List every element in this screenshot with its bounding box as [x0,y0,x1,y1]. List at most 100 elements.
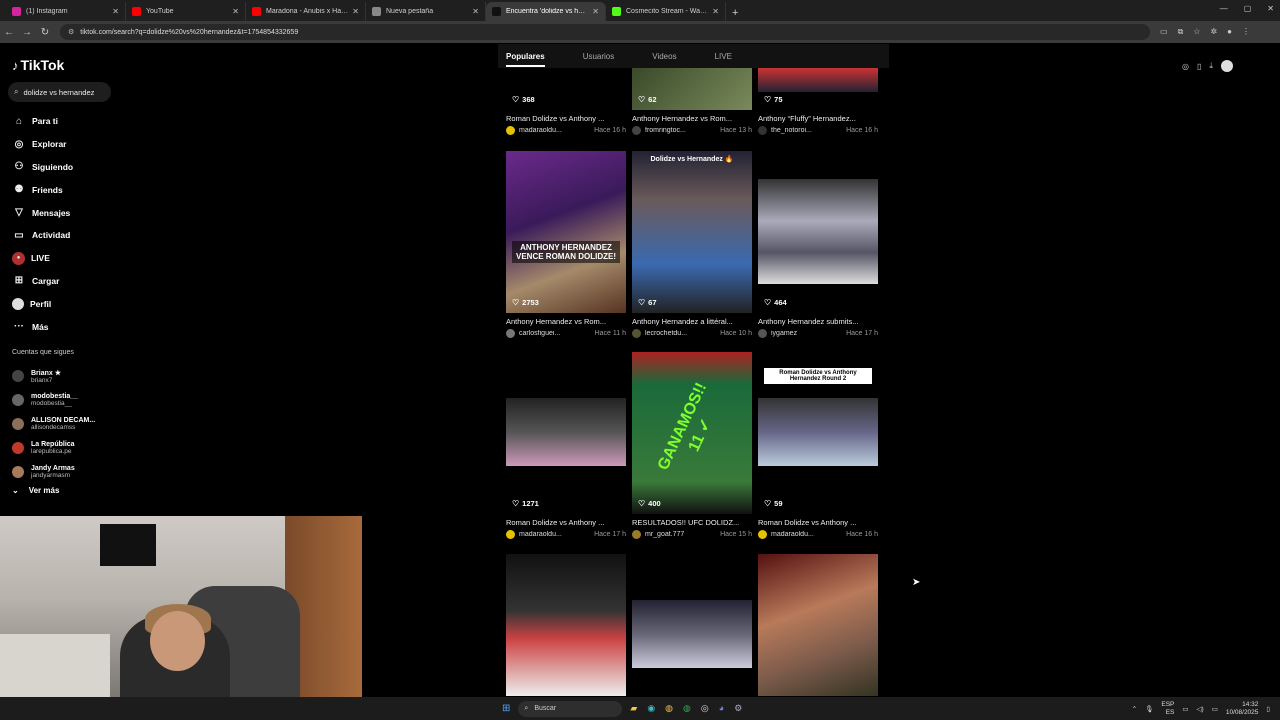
translate-icon[interactable]: ⧉ [1178,27,1184,37]
nav-item-explorar[interactable]: ◎ Explorar [12,133,73,156]
video-title[interactable]: Anthony Hernandez submits... [758,317,878,326]
tab-usuarios[interactable]: Usuarios [583,52,615,61]
author-name[interactable]: fromringtoc... [645,127,714,134]
author-avatar[interactable] [632,329,641,338]
video-card[interactable]: ♡ 464 Anthony Hernandez submits... iygamez H… [758,151,878,338]
nav-item-perfil[interactable]: Perfil [12,292,73,315]
browser-tab[interactable]: Encuentra 'dolidze vs hernandez'...✕ [486,2,606,21]
video-title[interactable]: Roman Dolidze vs Anthony ... [506,518,626,527]
video-card[interactable]: GANAMOS!! 11 ✓ ♡ 400 RESULTADOS!! UFC DOLID… [632,352,752,539]
tab-close-icon[interactable]: ✕ [472,7,479,16]
tab-close-icon[interactable]: ✕ [232,7,239,16]
video-title[interactable]: RESULTADOS!! UFC DOLIDZ... [632,518,752,527]
menu-icon[interactable]: ⋮ [1242,27,1250,37]
tab-close-icon[interactable]: ✕ [352,7,359,16]
video-thumbnail[interactable]: ANTHONY HERNANDEZ VENCE ROMAN DOLIDZE! ♡ 2… [506,151,626,313]
download-icon[interactable]: ⤓ [1209,61,1213,71]
forward-icon[interactable]: → [18,27,36,38]
cast-icon[interactable]: ▭ [1160,27,1168,37]
author-name[interactable]: iygamez [771,330,840,337]
nav-item-m-s[interactable]: ··· Más [12,315,73,338]
video-thumbnail[interactable] [632,554,752,696]
author-avatar[interactable] [758,126,767,135]
nav-item-mensajes[interactable]: ▽ Mensajes [12,201,73,224]
battery-icon[interactable]: ▭ [1212,705,1218,713]
video-card[interactable]: ♡ 1271 Roman Dolidze vs Anthony ... madarao… [506,352,626,539]
tiktok-logo[interactable]: ♪ TikTok [12,57,64,73]
browser-tab[interactable]: Maradona - Anubis x Hades (Vi... ✕ [246,2,366,21]
video-card[interactable] [506,554,626,696]
chrome-active-icon[interactable]: ◍ [683,703,691,714]
tab-close-icon[interactable]: ✕ [712,7,719,16]
video-thumbnail[interactable]: ♡ 368 [506,68,626,110]
tab-live[interactable]: LIVE [715,52,732,61]
video-card[interactable] [632,554,752,696]
author-avatar[interactable] [506,530,515,539]
author-avatar[interactable] [632,530,641,539]
maximize-icon[interactable]: ▢ [1244,4,1252,13]
video-thumbnail[interactable] [506,554,626,696]
video-title[interactable]: Roman Dolidze vs Anthony ... [506,114,626,123]
url-field[interactable]: ⚙ tiktok.com/search?q=dolidze%20vs%20her… [60,24,1150,40]
author-name[interactable]: mr_goat.777 [645,531,714,538]
video-title[interactable]: Anthony Hernandez a littéral... [632,317,752,326]
video-card[interactable]: ♡ 75 Anthony “Fluffy” Hernandez... the_noto… [758,68,878,135]
phone-icon[interactable]: ▯ [1197,62,1201,71]
compass-tool-icon[interactable]: ◎ [1182,62,1189,71]
tab-videos[interactable]: Videos [652,52,676,61]
browser-tab[interactable]: Nueva pestaña ✕ [366,2,486,21]
mic-icon[interactable]: 🎙 [1145,705,1153,713]
reload-icon[interactable]: ↻ [36,27,54,38]
extensions-icon[interactable]: ✲ [1210,27,1217,37]
author-name[interactable]: madaraoldu... [519,127,588,134]
nav-item-friends[interactable]: ⚉ Friends [12,178,73,201]
video-card[interactable]: ANTHONY HERNANDEZ VENCE ROMAN DOLIDZE! ♡ 2… [506,151,626,338]
video-thumbnail[interactable]: ♡ 75 [758,68,878,110]
bookmark-star-icon[interactable]: ☆ [1193,27,1200,37]
tab-populares[interactable]: Populares [506,52,545,67]
close-window-icon[interactable]: ✕ [1267,4,1274,13]
following-account[interactable]: La República larepublica.pe [12,436,95,460]
author-avatar[interactable] [758,329,767,338]
back-icon[interactable]: ← [0,27,18,38]
video-thumbnail[interactable]: Roman Dolidze vs Anthony Hernandez Round… [758,352,878,514]
edge-icon[interactable]: ◉ [647,703,655,714]
taskbar-search[interactable]: ⌕ Buscar [518,700,623,717]
windows-start-icon[interactable]: ⊞ [502,703,510,714]
author-name[interactable]: lecrochetdu... [645,330,714,337]
video-card[interactable]: ♡ 368 Roman Dolidze vs Anthony ... madaraol… [506,68,626,135]
minimize-icon[interactable]: — [1220,4,1228,13]
author-name[interactable]: the_notoroi... [771,127,840,134]
file-explorer-icon[interactable]: ▰ [630,703,637,714]
video-title[interactable]: Anthony Hernandez vs Rom... [506,317,626,326]
notification-icon[interactable]: ▯ [1266,705,1270,713]
network-icon[interactable]: ▭ [1182,705,1188,713]
tray-chevron-icon[interactable]: ⌃ [1132,705,1137,713]
search-input[interactable]: ⌕ dolidze vs hernandez [8,82,111,102]
site-info-icon[interactable]: ⚙ [68,28,74,36]
following-account[interactable]: ALLISON DECAM... allisondecamss [12,412,95,436]
new-tab-icon[interactable]: + [726,7,744,21]
browser-tab[interactable]: YouTube ✕ [126,2,246,21]
author-avatar[interactable] [506,329,515,338]
author-name[interactable]: carlosfiguei... [519,330,589,337]
following-account[interactable]: modobestia__ modobestia__ [12,388,95,412]
author-avatar[interactable] [632,126,641,135]
video-title[interactable]: Anthony “Fluffy” Hernandez... [758,114,878,123]
video-thumbnail[interactable]: GANAMOS!! 11 ✓ ♡ 400 [632,352,752,514]
author-avatar[interactable] [506,126,515,135]
video-thumbnail[interactable]: ♡ 62 [632,68,752,110]
video-thumbnail[interactable]: ♡ 1271 [506,352,626,514]
ver-mas-button[interactable]: ⌄ Ver más [12,486,59,495]
following-account[interactable]: Brianx ★ brianx7 [12,364,95,388]
nav-item-live[interactable]: ● LIVE [12,247,73,270]
video-card[interactable]: Dolidze vs Hernandez 🔥 ♡ 67 Anthony Hernand… [632,151,752,338]
language-indicator[interactable]: ESP ES [1161,701,1174,717]
steam-icon[interactable]: ⚙ [734,703,742,714]
nav-item-actividad[interactable]: ▭ Actividad [12,224,73,247]
browser-tab[interactable]: Cosmecito Stream - Watch Live...✕ [606,2,726,21]
video-thumbnail[interactable]: ♡ 464 [758,151,878,313]
video-thumbnail[interactable] [758,554,878,696]
nav-item-para-ti[interactable]: ⌂ Para ti [12,110,73,133]
author-avatar[interactable] [758,530,767,539]
